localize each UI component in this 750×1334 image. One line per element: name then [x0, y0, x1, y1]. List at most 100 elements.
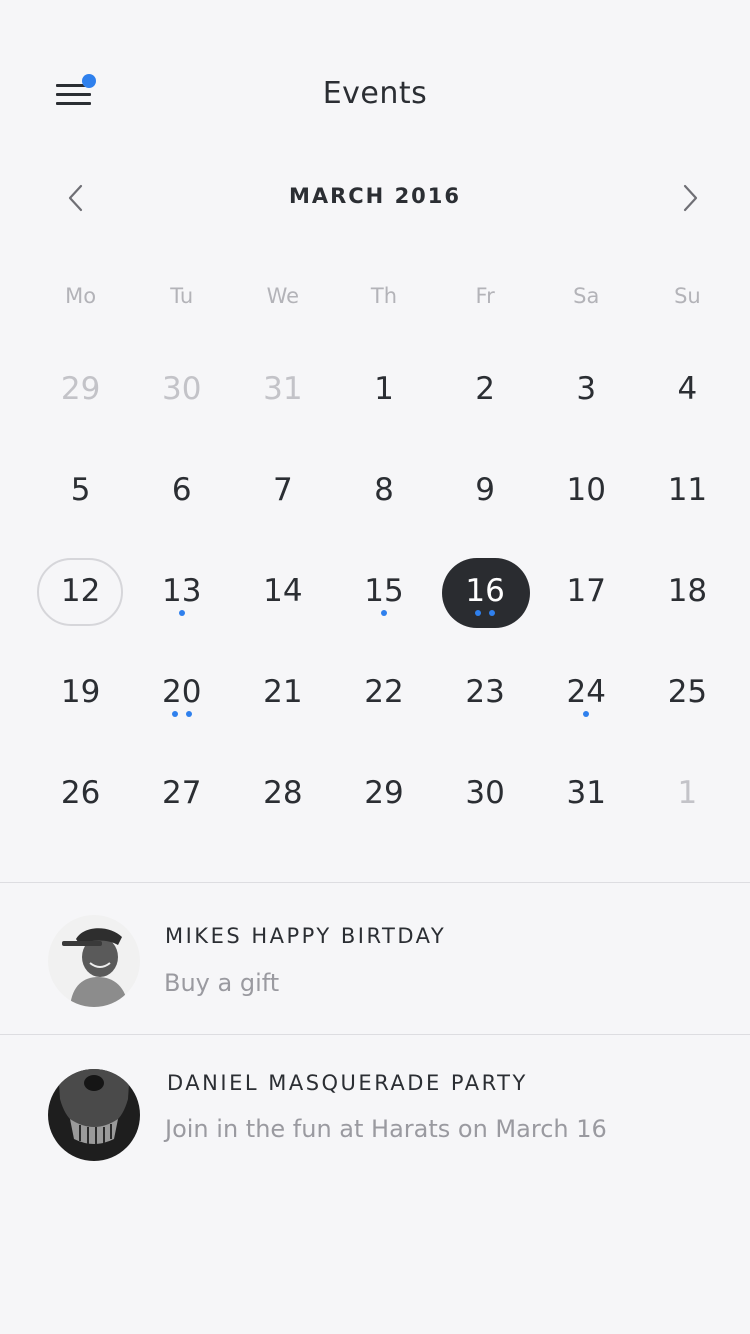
calendar-day[interactable]: 31	[232, 340, 333, 441]
event-dot	[178, 610, 185, 616]
day-number: 29	[364, 775, 404, 811]
event-indicator	[435, 610, 536, 616]
calendar-day[interactable]: 22	[333, 643, 434, 744]
calendar-week-row: 26 27 28 29 30 31 1	[30, 744, 738, 845]
day-number: 30	[465, 775, 505, 811]
calendar-day[interactable]: 29	[333, 744, 434, 845]
day-number: 22	[364, 674, 404, 710]
weekday-label: Fr	[475, 284, 495, 308]
calendar-day[interactable]: 28	[232, 744, 333, 845]
weekday-header: Mo Tu We Th Fr Sa Su	[30, 284, 738, 308]
event-indicator	[131, 610, 232, 616]
event-subtitle: Join in the fun at Harats on March 16	[165, 1115, 607, 1143]
calendar-day[interactable]: 25	[637, 643, 738, 744]
calendar-week-row: 19 20 21 22 23 24 25	[30, 643, 738, 744]
calendar-day[interactable]: 23	[435, 643, 536, 744]
day-number: 3	[576, 371, 597, 407]
day-number: 1	[677, 775, 698, 811]
day-number: 30	[161, 371, 202, 407]
event-dot	[475, 610, 482, 616]
calendar-day[interactable]: 20	[131, 643, 232, 744]
day-number: 21	[263, 674, 303, 710]
calendar-day[interactable]: 3	[536, 340, 637, 441]
day-number: 14	[263, 573, 303, 609]
event-title: DANIEL MASQUERADE PARTY	[167, 1071, 528, 1095]
calendar-week-row: 29 30 31 1 2 3 4	[30, 340, 738, 441]
day-number: 10	[566, 472, 606, 508]
calendar-day[interactable]: 19	[30, 643, 131, 744]
day-number: 28	[263, 775, 303, 811]
day-number: 20	[161, 674, 202, 710]
calendar-day[interactable]: 29	[30, 340, 131, 441]
day-number: 31	[566, 775, 606, 811]
calendar-grid: 29 30 31 1 2 3 4 5 6 7 8 9 10 11 12 13 14 15 16 17 18 19 20 21 2…	[30, 340, 738, 845]
day-number: 8	[374, 472, 394, 508]
calendar-day[interactable]: 14	[232, 542, 333, 643]
day-number: 25	[667, 674, 708, 710]
calendar-day-selected[interactable]: 16	[435, 542, 536, 643]
event-dot	[171, 711, 178, 717]
calendar-day[interactable]: 21	[232, 643, 333, 744]
calendar-day[interactable]: 5	[30, 441, 131, 542]
weekday-label: Mo	[65, 284, 97, 308]
avatar	[48, 915, 140, 1007]
weekday-label: Th	[370, 284, 398, 308]
weekday-label: Sa	[573, 284, 600, 308]
calendar-day[interactable]: 1	[637, 744, 738, 845]
calendar-day[interactable]: 7	[232, 441, 333, 542]
calendar-day-today[interactable]: 12	[30, 542, 131, 643]
weekday-label: We	[266, 284, 300, 308]
day-number: 11	[667, 472, 708, 508]
event-item[interactable]: MIKES HAPPY BIRTDAY Buy a gift	[0, 883, 750, 1033]
event-item[interactable]: DANIEL MASQUERADE PARTY Join in the fun …	[0, 1035, 750, 1185]
calendar-day[interactable]: 26	[30, 744, 131, 845]
calendar-day[interactable]: 18	[637, 542, 738, 643]
event-subtitle: Buy a gift	[164, 969, 280, 997]
calendar-day[interactable]: 27	[131, 744, 232, 845]
calendar-day[interactable]: 2	[435, 340, 536, 441]
event-indicator	[131, 711, 232, 717]
weekday-label: Tu	[170, 284, 194, 308]
calendar-day[interactable]: 1	[333, 340, 434, 441]
calendar-week-row: 5 6 7 8 9 10 11	[30, 441, 738, 542]
calendar-day[interactable]: 10	[536, 441, 637, 542]
day-number: 6	[171, 472, 192, 508]
day-number: 13	[161, 573, 202, 609]
day-number: 7	[272, 472, 293, 508]
day-number: 12	[60, 573, 101, 609]
day-number: 2	[475, 371, 495, 407]
avatar-daniel	[48, 1069, 140, 1161]
avatar	[48, 1069, 140, 1161]
calendar-day[interactable]: 6	[131, 441, 232, 542]
event-dot	[185, 711, 192, 717]
day-number: 17	[566, 573, 606, 609]
day-number: 24	[566, 674, 606, 710]
calendar-day[interactable]: 30	[435, 744, 536, 845]
event-dot	[380, 610, 387, 616]
calendar-day[interactable]: 8	[333, 441, 434, 542]
calendar-day[interactable]: 17	[536, 542, 637, 643]
day-number: 29	[60, 371, 101, 407]
calendar-day[interactable]: 30	[131, 340, 232, 441]
calendar-day[interactable]: 31	[536, 744, 637, 845]
event-dot	[489, 610, 496, 616]
chevron-right-icon	[683, 184, 698, 212]
month-label: MARCH 2016	[288, 184, 462, 208]
day-number: 5	[70, 472, 91, 508]
calendar-day[interactable]: 4	[637, 340, 738, 441]
calendar-day[interactable]: 15	[333, 542, 434, 643]
day-number: 15	[364, 573, 404, 609]
day-number: 4	[677, 371, 698, 407]
calendar-day[interactable]: 9	[435, 441, 536, 542]
day-number: 1	[374, 371, 394, 407]
calendar-day[interactable]: 11	[637, 441, 738, 542]
day-number: 26	[60, 775, 101, 811]
day-number: 16	[465, 573, 505, 609]
event-indicator	[536, 711, 637, 717]
calendar-day[interactable]: 13	[131, 542, 232, 643]
next-month-button[interactable]	[673, 180, 709, 216]
day-number: 19	[60, 674, 101, 710]
day-number: 18	[667, 573, 708, 609]
calendar-day[interactable]: 24	[536, 643, 637, 744]
day-number: 9	[475, 472, 495, 508]
